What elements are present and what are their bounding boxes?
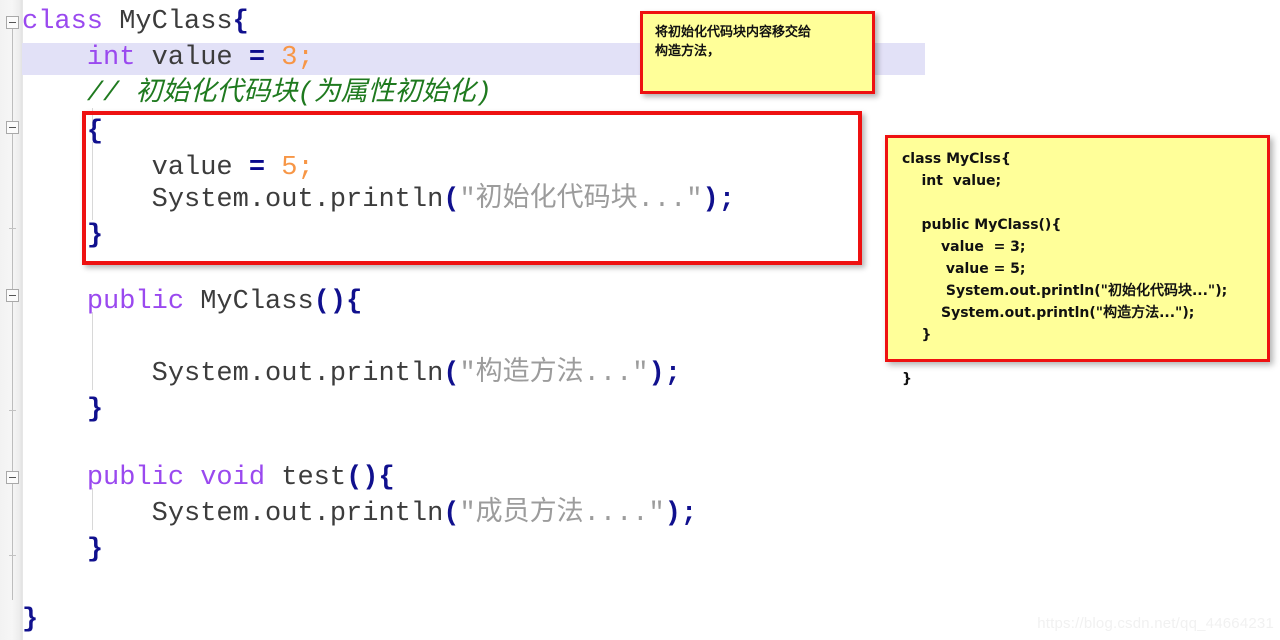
code-token: public (86, 463, 185, 493)
code-token: ( (443, 359, 460, 389)
watermark-url: https://blog.csdn.net/qq_44664231 (1037, 615, 1274, 632)
code-token: } (22, 605, 39, 635)
merged-code-line (888, 192, 1267, 214)
code-line[interactable]: public void test(){ (0, 460, 395, 496)
code-token: "成员方法...." (459, 499, 665, 529)
code-token: ) (664, 499, 681, 529)
merged-code-line: System.out.println("初始化代码块..."); (902, 283, 1228, 299)
code-token: System.out.println (151, 359, 444, 389)
code-line[interactable]: System.out.println("成员方法...."); (0, 496, 697, 532)
transfer-note-callout: 将初始化代码块内容移交给 构造方法， (640, 11, 875, 94)
code-token: int (86, 43, 136, 73)
code-token: ) (648, 359, 665, 389)
merged-code-line: } (902, 327, 932, 343)
code-token: class (22, 7, 104, 37)
code-token: { (346, 287, 363, 317)
code-token: System.out.println (151, 499, 444, 529)
code-token: MyClass (200, 287, 314, 317)
code-token: // 初始化代码块(为属性初始化) (86, 79, 492, 109)
merged-code-line: value = 3; (902, 239, 1026, 255)
code-token: () (346, 463, 379, 493)
code-line[interactable]: System.out.println("构造方法..."); (0, 356, 681, 392)
code-line[interactable]: // 初始化代码块(为属性初始化) (0, 76, 492, 112)
merged-code-line (888, 346, 1267, 368)
code-token: MyClass (119, 7, 233, 37)
code-token: } (86, 395, 104, 425)
code-token: ( (443, 499, 460, 529)
code-line[interactable]: } (0, 532, 103, 568)
code-editor-canvas: class MyClass{ int value = 3; // 初始化代码块(… (0, 0, 1280, 640)
code-line[interactable]: } (0, 602, 38, 638)
code-token: value (151, 43, 233, 73)
code-token: = (248, 43, 266, 73)
code-token: } (86, 535, 104, 565)
code-token: 3 (281, 43, 298, 73)
code-token: { (232, 7, 249, 37)
merged-code-line: } (902, 371, 912, 387)
merged-code-line: System.out.println("构造方法..."); (902, 305, 1195, 321)
code-line[interactable]: } (0, 392, 103, 428)
merged-code-line: int value; (902, 173, 1002, 189)
code-token: public (86, 287, 185, 317)
merged-constructor-code-card: class MyClss{ int value; public MyClass(… (885, 135, 1270, 387)
merged-code-line: class MyClss{ (902, 151, 1011, 167)
code-line[interactable]: class MyClass{ (0, 4, 249, 40)
init-block-highlight-rectangle (82, 111, 862, 265)
note-line: 将初始化代码块内容移交给 (655, 25, 812, 40)
code-token: ; (664, 359, 681, 389)
code-token: void (200, 463, 266, 493)
code-token: ; (680, 499, 698, 529)
code-token: { (378, 463, 395, 493)
merged-code-line: value = 5; (902, 261, 1026, 277)
note-line: 构造方法， (655, 44, 721, 59)
code-line[interactable]: int value = 3; (0, 40, 314, 76)
code-token: "构造方法..." (459, 359, 649, 389)
merged-code-line: public MyClass(){ (902, 217, 1062, 233)
code-token: () (313, 287, 347, 317)
code-token: ; (297, 43, 314, 73)
code-line[interactable]: public MyClass(){ (0, 284, 362, 320)
code-token: test (281, 463, 347, 493)
